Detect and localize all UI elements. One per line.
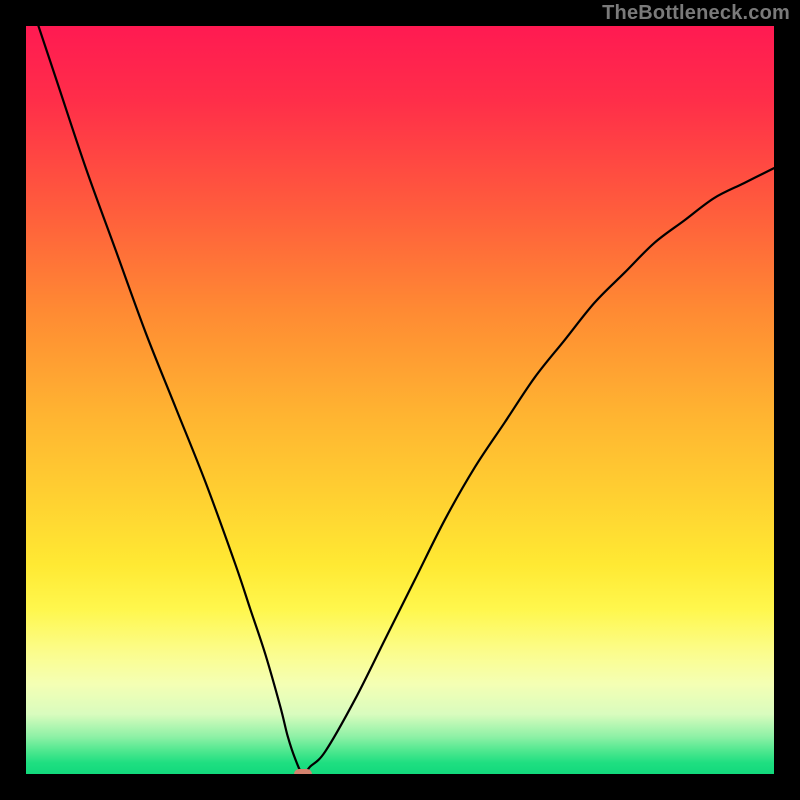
bottleneck-curve — [26, 26, 774, 774]
optimal-marker — [294, 769, 312, 774]
watermark-text: TheBottleneck.com — [602, 2, 790, 25]
chart-frame: TheBottleneck.com — [0, 0, 800, 800]
curve-layer — [26, 26, 774, 774]
plot-region — [26, 26, 774, 774]
